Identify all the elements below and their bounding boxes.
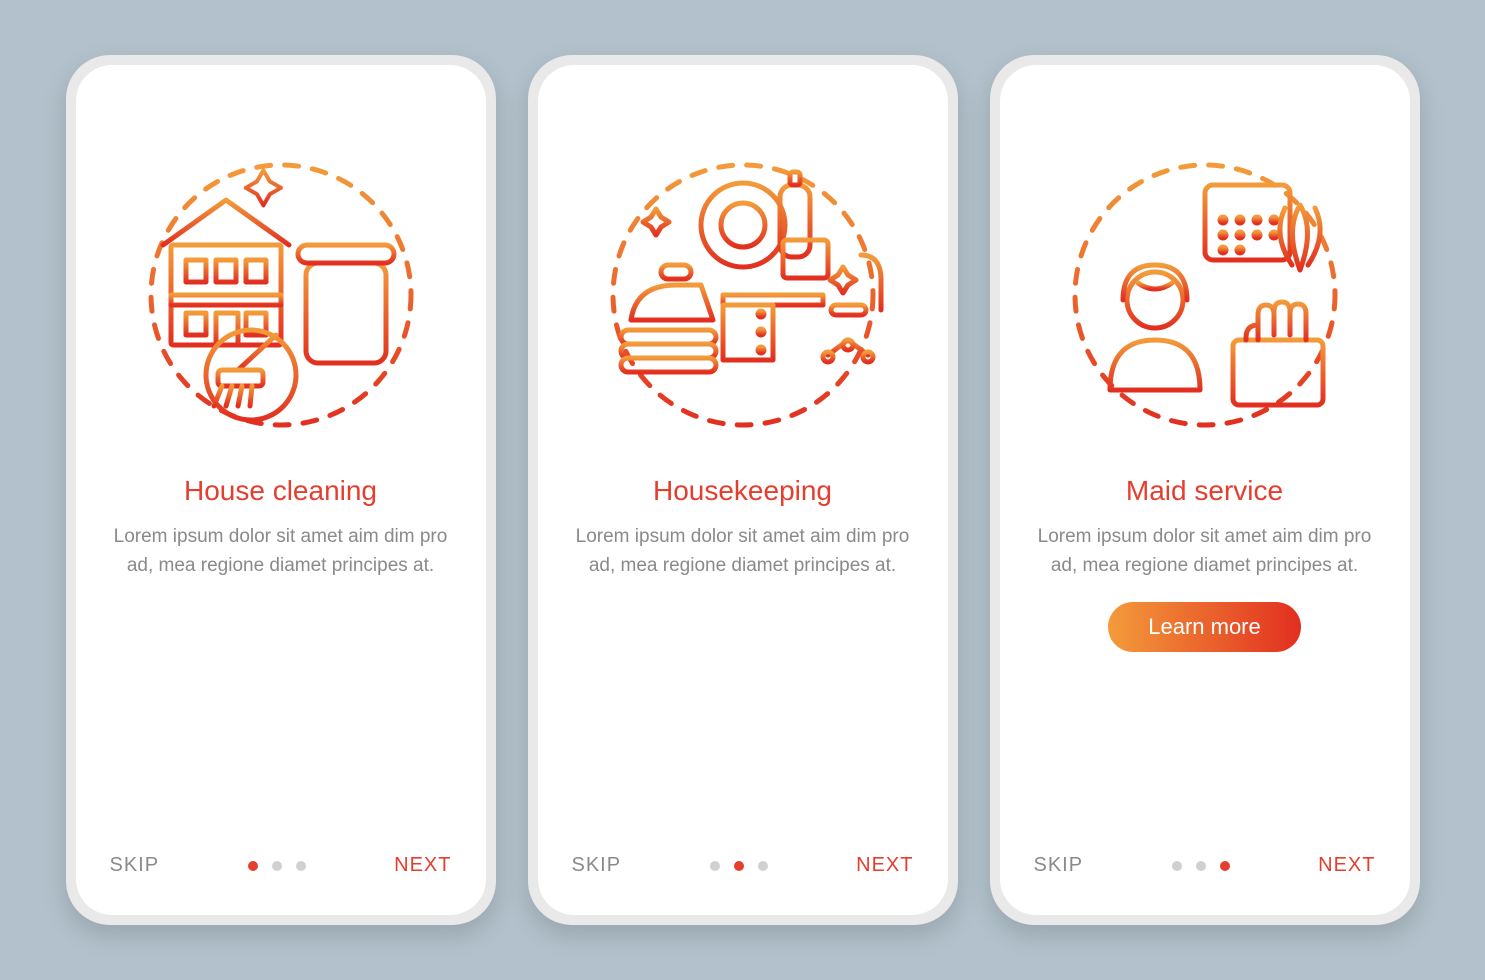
- skip-button[interactable]: SKIP: [572, 854, 622, 877]
- phone-frame: Maid service Lorem ipsum dolor sit amet …: [990, 55, 1420, 925]
- dot-2[interactable]: [734, 861, 744, 871]
- dot-3[interactable]: [296, 861, 306, 871]
- onboarding-screen-2: Housekeeping Lorem ipsum dolor sit amet …: [538, 65, 948, 915]
- onboarding-screen-3: Maid service Lorem ipsum dolor sit amet …: [1000, 65, 1410, 915]
- dot-1[interactable]: [1172, 861, 1182, 871]
- skip-button[interactable]: SKIP: [1034, 854, 1084, 877]
- onboarding-nav: SKIP NEXT: [76, 854, 486, 877]
- onboarding-title: Housekeeping: [653, 475, 832, 507]
- onboarding-screen-1: House cleaning Lorem ipsum dolor sit ame…: [76, 65, 486, 915]
- next-button[interactable]: NEXT: [1318, 854, 1375, 877]
- skip-button[interactable]: SKIP: [110, 854, 160, 877]
- onboarding-nav: SKIP NEXT: [1000, 854, 1410, 877]
- dot-2[interactable]: [272, 861, 282, 871]
- page-indicator: [1172, 861, 1230, 871]
- dot-3[interactable]: [758, 861, 768, 871]
- housekeeping-icon: [593, 145, 893, 445]
- onboarding-title: House cleaning: [184, 475, 377, 507]
- dot-3[interactable]: [1220, 861, 1230, 871]
- dot-2[interactable]: [1196, 861, 1206, 871]
- phone-frame: House cleaning Lorem ipsum dolor sit ame…: [66, 55, 496, 925]
- onboarding-nav: SKIP NEXT: [538, 854, 948, 877]
- next-button[interactable]: NEXT: [394, 854, 451, 877]
- house-cleaning-icon: [131, 145, 431, 445]
- dot-1[interactable]: [248, 861, 258, 871]
- onboarding-body: Lorem ipsum dolor sit amet aim dim pro a…: [573, 523, 913, 580]
- maid-service-icon: [1055, 145, 1355, 445]
- page-indicator: [248, 861, 306, 871]
- learn-more-button[interactable]: Learn more: [1108, 602, 1301, 652]
- dot-1[interactable]: [710, 861, 720, 871]
- onboarding-body: Lorem ipsum dolor sit amet aim dim pro a…: [1035, 523, 1375, 580]
- onboarding-title: Maid service: [1126, 475, 1283, 507]
- onboarding-body: Lorem ipsum dolor sit amet aim dim pro a…: [111, 523, 451, 580]
- phone-frame: Housekeeping Lorem ipsum dolor sit amet …: [528, 55, 958, 925]
- page-indicator: [710, 861, 768, 871]
- next-button[interactable]: NEXT: [856, 854, 913, 877]
